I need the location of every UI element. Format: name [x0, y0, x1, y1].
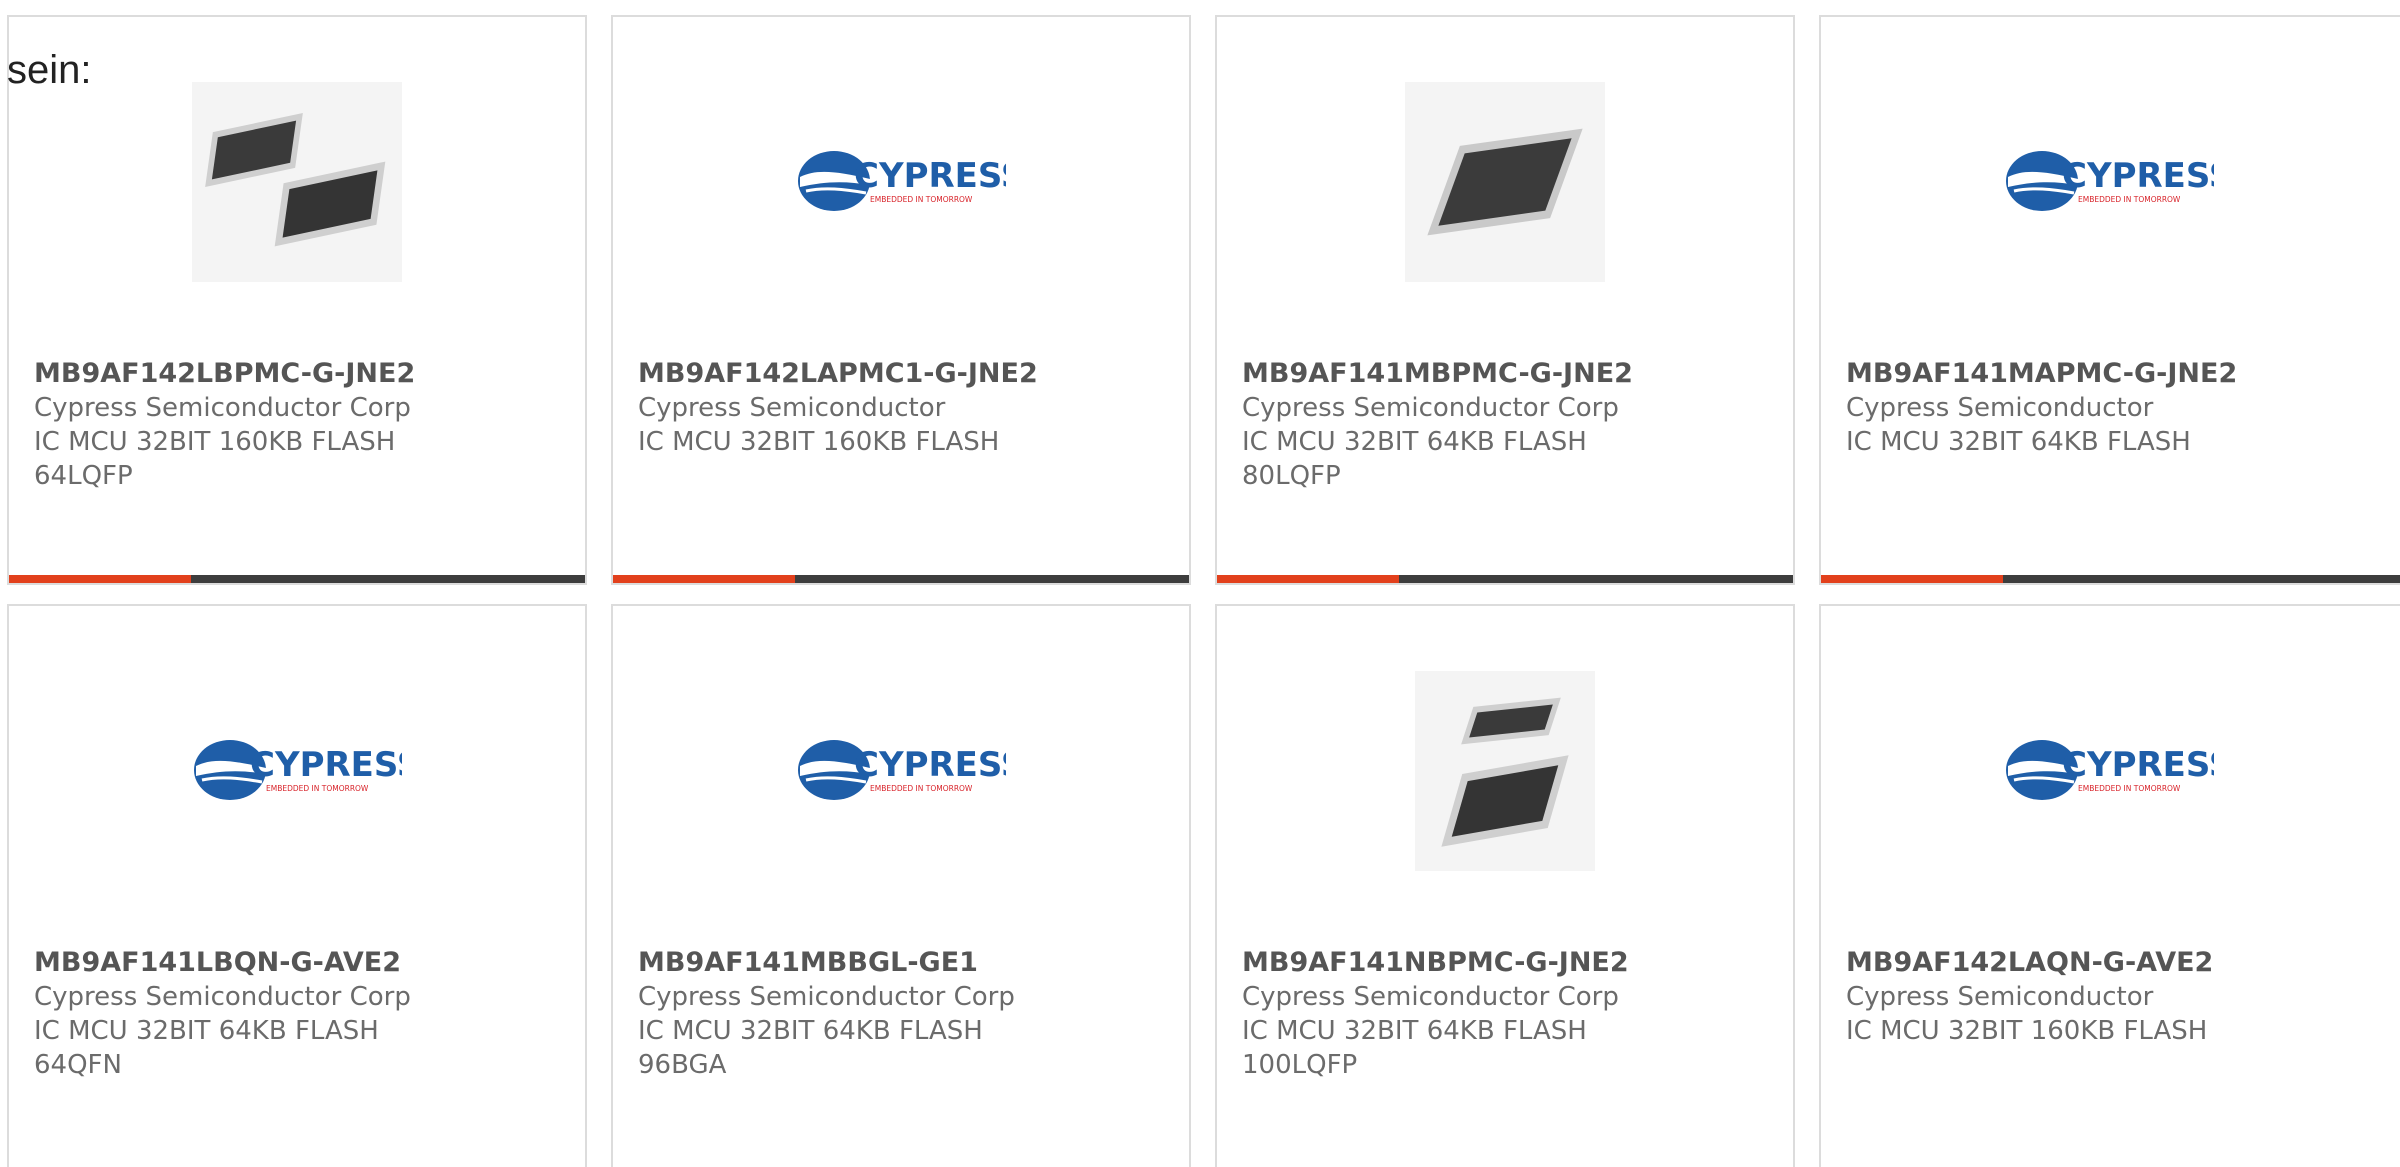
product-card[interactable]: CYPRESS EMBEDDED IN TOMORROW MB9AF142LAQ… — [1819, 604, 2400, 1167]
product-info: MB9AF141NBPMC-G-JNE2 Cypress Semiconduct… — [1242, 946, 1773, 1082]
part-number-link[interactable]: MB9AF141MBPMC-G-JNE2 — [1242, 357, 1773, 391]
cypress-logo-icon: CYPRESS EMBEDDED IN TOMORROW — [2004, 736, 2214, 806]
product-image[interactable]: CYPRESS EMBEDDED IN TOMORROW — [1821, 82, 2397, 282]
svg-text:EMBEDDED IN TOMORROW: EMBEDDED IN TOMORROW — [2078, 784, 2181, 793]
svg-text:CYPRESS: CYPRESS — [2062, 156, 2214, 196]
description: IC MCU 32BIT 64KB FLASH — [1242, 427, 1587, 457]
svg-text:CYPRESS: CYPRESS — [250, 745, 402, 785]
product-card[interactable]: MB9AF142LBPMC-G-JNE2 Cypress Semiconduct… — [7, 15, 587, 585]
svg-text:EMBEDDED IN TOMORROW: EMBEDDED IN TOMORROW — [2078, 195, 2181, 204]
cypress-logo-icon: CYPRESS EMBEDDED IN TOMORROW — [796, 147, 1006, 217]
svg-text:CYPRESS: CYPRESS — [854, 156, 1006, 196]
product-info: MB9AF141MBBGL-GE1 Cypress Semiconductor … — [638, 946, 1169, 1082]
card-accent-bar — [1821, 575, 2003, 583]
product-image[interactable]: CYPRESS EMBEDDED IN TOMORROW — [1821, 671, 2397, 871]
card-bottom-bar — [613, 575, 1189, 583]
product-card[interactable]: MB9AF141MBPMC-G-JNE2 Cypress Semiconduct… — [1215, 15, 1795, 585]
card-bottom-bar — [1821, 575, 2400, 583]
product-image[interactable] — [1217, 671, 1793, 871]
product-info: MB9AF141LBQN-G-AVE2 Cypress Semiconducto… — [34, 946, 565, 1082]
product-grid: MB9AF142LBPMC-G-JNE2 Cypress Semiconduct… — [0, 0, 2400, 1167]
svg-text:CYPRESS: CYPRESS — [2062, 745, 2214, 785]
part-number-link[interactable]: MB9AF142LAQN-G-AVE2 — [1846, 946, 2397, 980]
svg-text:EMBEDDED IN TOMORROW: EMBEDDED IN TOMORROW — [266, 784, 369, 793]
description: IC MCU 32BIT 160KB FLASH — [34, 427, 396, 457]
description: IC MCU 32BIT 64KB FLASH — [34, 1016, 379, 1046]
manufacturer: Cypress Semiconductor Corp — [638, 982, 1015, 1012]
product-info: MB9AF142LBPMC-G-JNE2 Cypress Semiconduct… — [34, 357, 565, 493]
manufacturer: Cypress Semiconductor Corp — [34, 393, 411, 423]
package: 100LQFP — [1242, 1050, 1358, 1080]
package: 80LQFP — [1242, 461, 1341, 491]
package: 96BGA — [638, 1050, 727, 1080]
manufacturer: Cypress Semiconductor — [1846, 982, 2154, 1012]
description: IC MCU 32BIT 160KB FLASH — [1846, 1016, 2208, 1046]
intro-text: sein: — [7, 48, 92, 92]
product-grid-page: sein: MB9AF142LBPMC-G-JNE2 Cypress Semic… — [0, 0, 2400, 1167]
product-image[interactable] — [1217, 82, 1793, 282]
product-info: MB9AF142LAPMC1-G-JNE2 Cypress Semiconduc… — [638, 357, 1169, 459]
part-number-link[interactable]: MB9AF142LAPMC1-G-JNE2 — [638, 357, 1169, 391]
manufacturer: Cypress Semiconductor Corp — [1242, 982, 1619, 1012]
manufacturer: Cypress Semiconductor Corp — [1242, 393, 1619, 423]
product-image[interactable]: CYPRESS EMBEDDED IN TOMORROW — [613, 82, 1189, 282]
svg-text:CYPRESS: CYPRESS — [854, 745, 1006, 785]
product-card[interactable]: CYPRESS EMBEDDED IN TOMORROW MB9AF141LBQ… — [7, 604, 587, 1167]
description: IC MCU 32BIT 64KB FLASH — [1242, 1016, 1587, 1046]
product-info: MB9AF141MAPMC-G-JNE2 Cypress Semiconduct… — [1846, 357, 2397, 459]
product-image[interactable]: CYPRESS EMBEDDED IN TOMORROW — [9, 671, 585, 871]
two-lqfp-chips-icon — [1415, 671, 1595, 871]
part-number-link[interactable]: MB9AF141NBPMC-G-JNE2 — [1242, 946, 1773, 980]
card-accent-bar — [9, 575, 191, 583]
part-number-link[interactable]: MB9AF141MBBGL-GE1 — [638, 946, 1169, 980]
part-number-link[interactable]: MB9AF141MAPMC-G-JNE2 — [1846, 357, 2397, 391]
product-image[interactable] — [9, 82, 585, 282]
card-accent-bar — [1217, 575, 1399, 583]
product-info: MB9AF141MBPMC-G-JNE2 Cypress Semiconduct… — [1242, 357, 1773, 493]
svg-text:EMBEDDED IN TOMORROW: EMBEDDED IN TOMORROW — [870, 784, 973, 793]
part-number-link[interactable]: MB9AF141LBQN-G-AVE2 — [34, 946, 565, 980]
card-bottom-bar — [1217, 575, 1793, 583]
card-accent-bar — [613, 575, 795, 583]
package: 64LQFP — [34, 461, 133, 491]
package: 64QFN — [34, 1050, 122, 1080]
single-lqfp-chip-icon — [1405, 82, 1605, 282]
cypress-logo-icon: CYPRESS EMBEDDED IN TOMORROW — [2004, 147, 2214, 217]
cypress-logo-icon: CYPRESS EMBEDDED IN TOMORROW — [192, 736, 402, 806]
svg-text:EMBEDDED IN TOMORROW: EMBEDDED IN TOMORROW — [870, 195, 973, 204]
description: IC MCU 32BIT 160KB FLASH — [638, 427, 1000, 457]
product-card[interactable]: CYPRESS EMBEDDED IN TOMORROW MB9AF141MBB… — [611, 604, 1191, 1167]
product-image[interactable]: CYPRESS EMBEDDED IN TOMORROW — [613, 671, 1189, 871]
manufacturer: Cypress Semiconductor Corp — [34, 982, 411, 1012]
manufacturer: Cypress Semiconductor — [638, 393, 946, 423]
product-card[interactable]: CYPRESS EMBEDDED IN TOMORROW MB9AF142LAP… — [611, 15, 1191, 585]
description: IC MCU 32BIT 64KB FLASH — [638, 1016, 983, 1046]
card-bottom-bar — [9, 575, 585, 583]
description: IC MCU 32BIT 64KB FLASH — [1846, 427, 2191, 457]
product-card[interactable]: CYPRESS EMBEDDED IN TOMORROW MB9AF141MAP… — [1819, 15, 2400, 585]
cypress-logo-icon: CYPRESS EMBEDDED IN TOMORROW — [796, 736, 1006, 806]
product-info: MB9AF142LAQN-G-AVE2 Cypress Semiconducto… — [1846, 946, 2397, 1048]
part-number-link[interactable]: MB9AF142LBPMC-G-JNE2 — [34, 357, 565, 391]
two-lqfp-chips-icon — [192, 82, 402, 282]
manufacturer: Cypress Semiconductor — [1846, 393, 2154, 423]
product-card[interactable]: MB9AF141NBPMC-G-JNE2 Cypress Semiconduct… — [1215, 604, 1795, 1167]
